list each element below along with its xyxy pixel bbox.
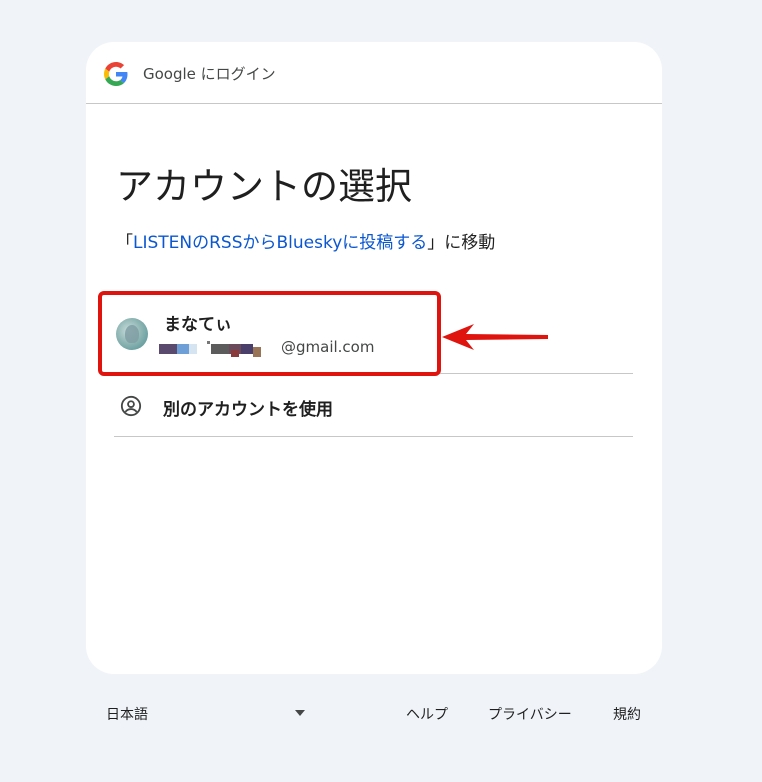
- annotation-arrow-icon: [442, 324, 548, 350]
- use-another-account-label: 別のアカウントを使用: [163, 400, 333, 420]
- header-title: Google にログイン: [143, 65, 276, 83]
- terms-link[interactable]: 規約: [613, 704, 641, 724]
- footer: 日本語 ヘルプ プライバシー 規約: [86, 700, 662, 730]
- subtitle-open-quote: 「: [116, 233, 133, 253]
- help-link[interactable]: ヘルプ: [406, 704, 448, 724]
- person-circle-icon: [120, 395, 142, 417]
- use-another-account-button[interactable]: 別のアカウントを使用: [114, 375, 633, 437]
- page-title: アカウントの選択: [116, 165, 412, 208]
- subtitle: 「LISTENのRSSからBlueskyに投稿する」に移動: [116, 228, 495, 253]
- language-select[interactable]: 日本語: [106, 704, 148, 724]
- subtitle-close-text: 」に移動: [427, 233, 496, 253]
- annotation-highlight-box: [98, 291, 441, 376]
- privacy-link[interactable]: プライバシー: [488, 704, 572, 724]
- caret-down-icon[interactable]: [294, 708, 306, 718]
- app-name-link[interactable]: LISTENのRSSからBlueskyに投稿する: [133, 233, 427, 253]
- card-header: Google にログイン: [86, 42, 662, 104]
- google-g-icon: [104, 62, 128, 86]
